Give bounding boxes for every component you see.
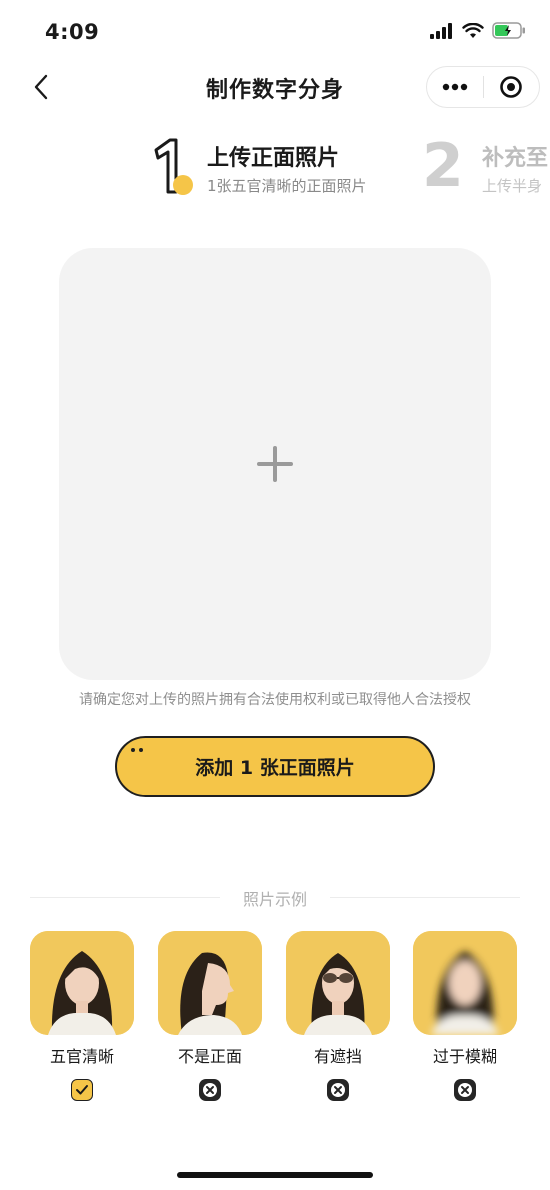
portrait-front-icon <box>30 931 134 1035</box>
wifi-icon <box>462 22 484 38</box>
examples-title: 照片示例 <box>242 890 307 909</box>
step-2-title: 补充至 <box>482 146 549 171</box>
example-obstructed: 有遮挡 <box>286 931 390 1101</box>
consent-notice: 请确定您对上传的照片拥有合法使用权利或已取得他人合法授权 <box>79 692 471 708</box>
cross-icon <box>454 1079 476 1101</box>
portrait-profile-icon <box>158 931 262 1035</box>
example-label: 有遮挡 <box>313 1047 362 1066</box>
example-label: 不是正面 <box>177 1047 242 1066</box>
more-button[interactable] <box>427 67 483 107</box>
battery-icon <box>492 22 525 39</box>
add-photo-button-label: 添加 1 张正面照片 <box>195 757 355 779</box>
mini-program-capsule <box>426 66 540 108</box>
button-eyes-decoration <box>131 748 143 752</box>
example-photo <box>30 931 134 1035</box>
step-2-number: 2 <box>422 131 464 201</box>
plus-icon <box>257 446 293 482</box>
example-too-blurry: 过于模糊 <box>413 931 517 1101</box>
example-label: 五官清晰 <box>49 1047 114 1066</box>
example-photo <box>413 931 517 1035</box>
signal-icon <box>430 22 452 39</box>
portrait-blurred-icon <box>413 931 517 1035</box>
cross-icon <box>199 1079 221 1101</box>
step-1-number <box>154 138 193 195</box>
example-clear-features: 五官清晰 <box>30 931 134 1101</box>
example-not-frontal: 不是正面 <box>158 931 262 1101</box>
more-dots-icon <box>442 83 467 91</box>
status-bar: 4:09 <box>0 0 550 62</box>
step-2-subtitle: 上传半身 <box>482 177 543 195</box>
step-1-subtitle: 1张五官清晰的正面照片 <box>207 177 367 195</box>
close-program-button[interactable] <box>484 67 540 107</box>
photo-upload-area[interactable] <box>59 248 491 680</box>
portrait-sunglasses-icon <box>286 931 390 1035</box>
status-time: 4:09 <box>45 20 100 44</box>
example-photo <box>158 931 262 1035</box>
home-indicator[interactable] <box>177 1172 373 1178</box>
example-photo <box>286 931 390 1035</box>
step-1-title: 上传正面照片 <box>207 146 340 171</box>
check-icon <box>71 1079 93 1101</box>
status-icons <box>430 22 526 39</box>
cross-icon <box>327 1079 349 1101</box>
add-photo-button[interactable]: 添加 1 张正面照片 <box>115 736 435 797</box>
target-icon <box>500 76 523 98</box>
example-label: 过于模糊 <box>432 1047 497 1066</box>
